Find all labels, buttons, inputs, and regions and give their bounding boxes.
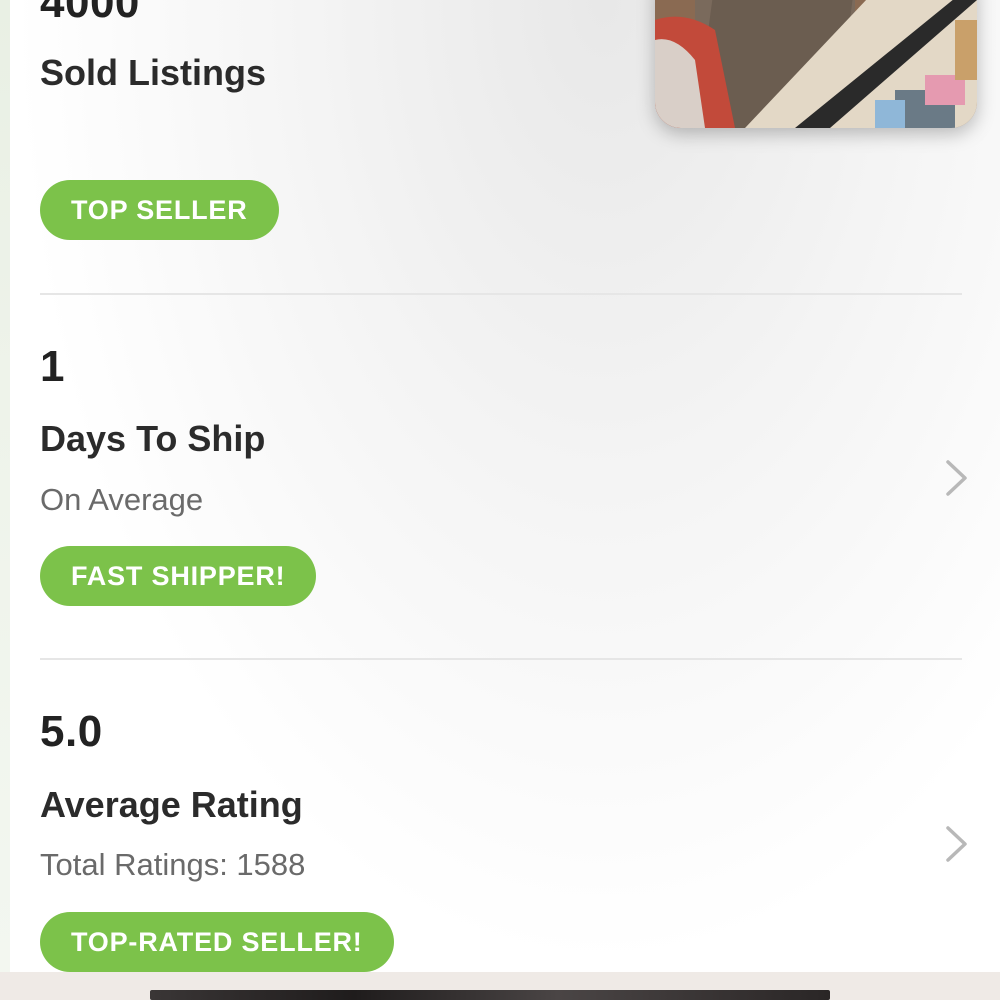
bottom-content-peek bbox=[0, 972, 1000, 1000]
left-edge-strip bbox=[0, 0, 10, 972]
chevron-right-icon[interactable] bbox=[944, 458, 970, 498]
section-divider bbox=[40, 658, 962, 660]
section-divider bbox=[40, 293, 962, 295]
seller-photo-image bbox=[655, 0, 977, 128]
chevron-right-icon[interactable] bbox=[944, 824, 970, 864]
sold-listings-value: 4000 bbox=[40, 0, 140, 27]
days-to-ship-label[interactable]: Days To Ship bbox=[40, 418, 265, 460]
top-seller-badge: TOP SELLER bbox=[40, 180, 279, 240]
bottom-dark-band bbox=[150, 990, 830, 1000]
total-ratings-text: Total Ratings: 1588 bbox=[40, 847, 306, 882]
average-rating-value: 5.0 bbox=[40, 707, 103, 756]
days-to-ship-value: 1 bbox=[40, 342, 65, 391]
days-to-ship-sublabel: On Average bbox=[40, 482, 204, 517]
sold-listings-label: Sold Listings bbox=[40, 52, 267, 93]
seller-photo[interactable] bbox=[655, 0, 977, 128]
average-rating-label[interactable]: Average Rating bbox=[40, 784, 303, 826]
fast-shipper-badge: FAST SHIPPER! bbox=[40, 546, 317, 606]
top-rated-seller-badge: TOP-RATED SELLER! bbox=[40, 912, 394, 972]
